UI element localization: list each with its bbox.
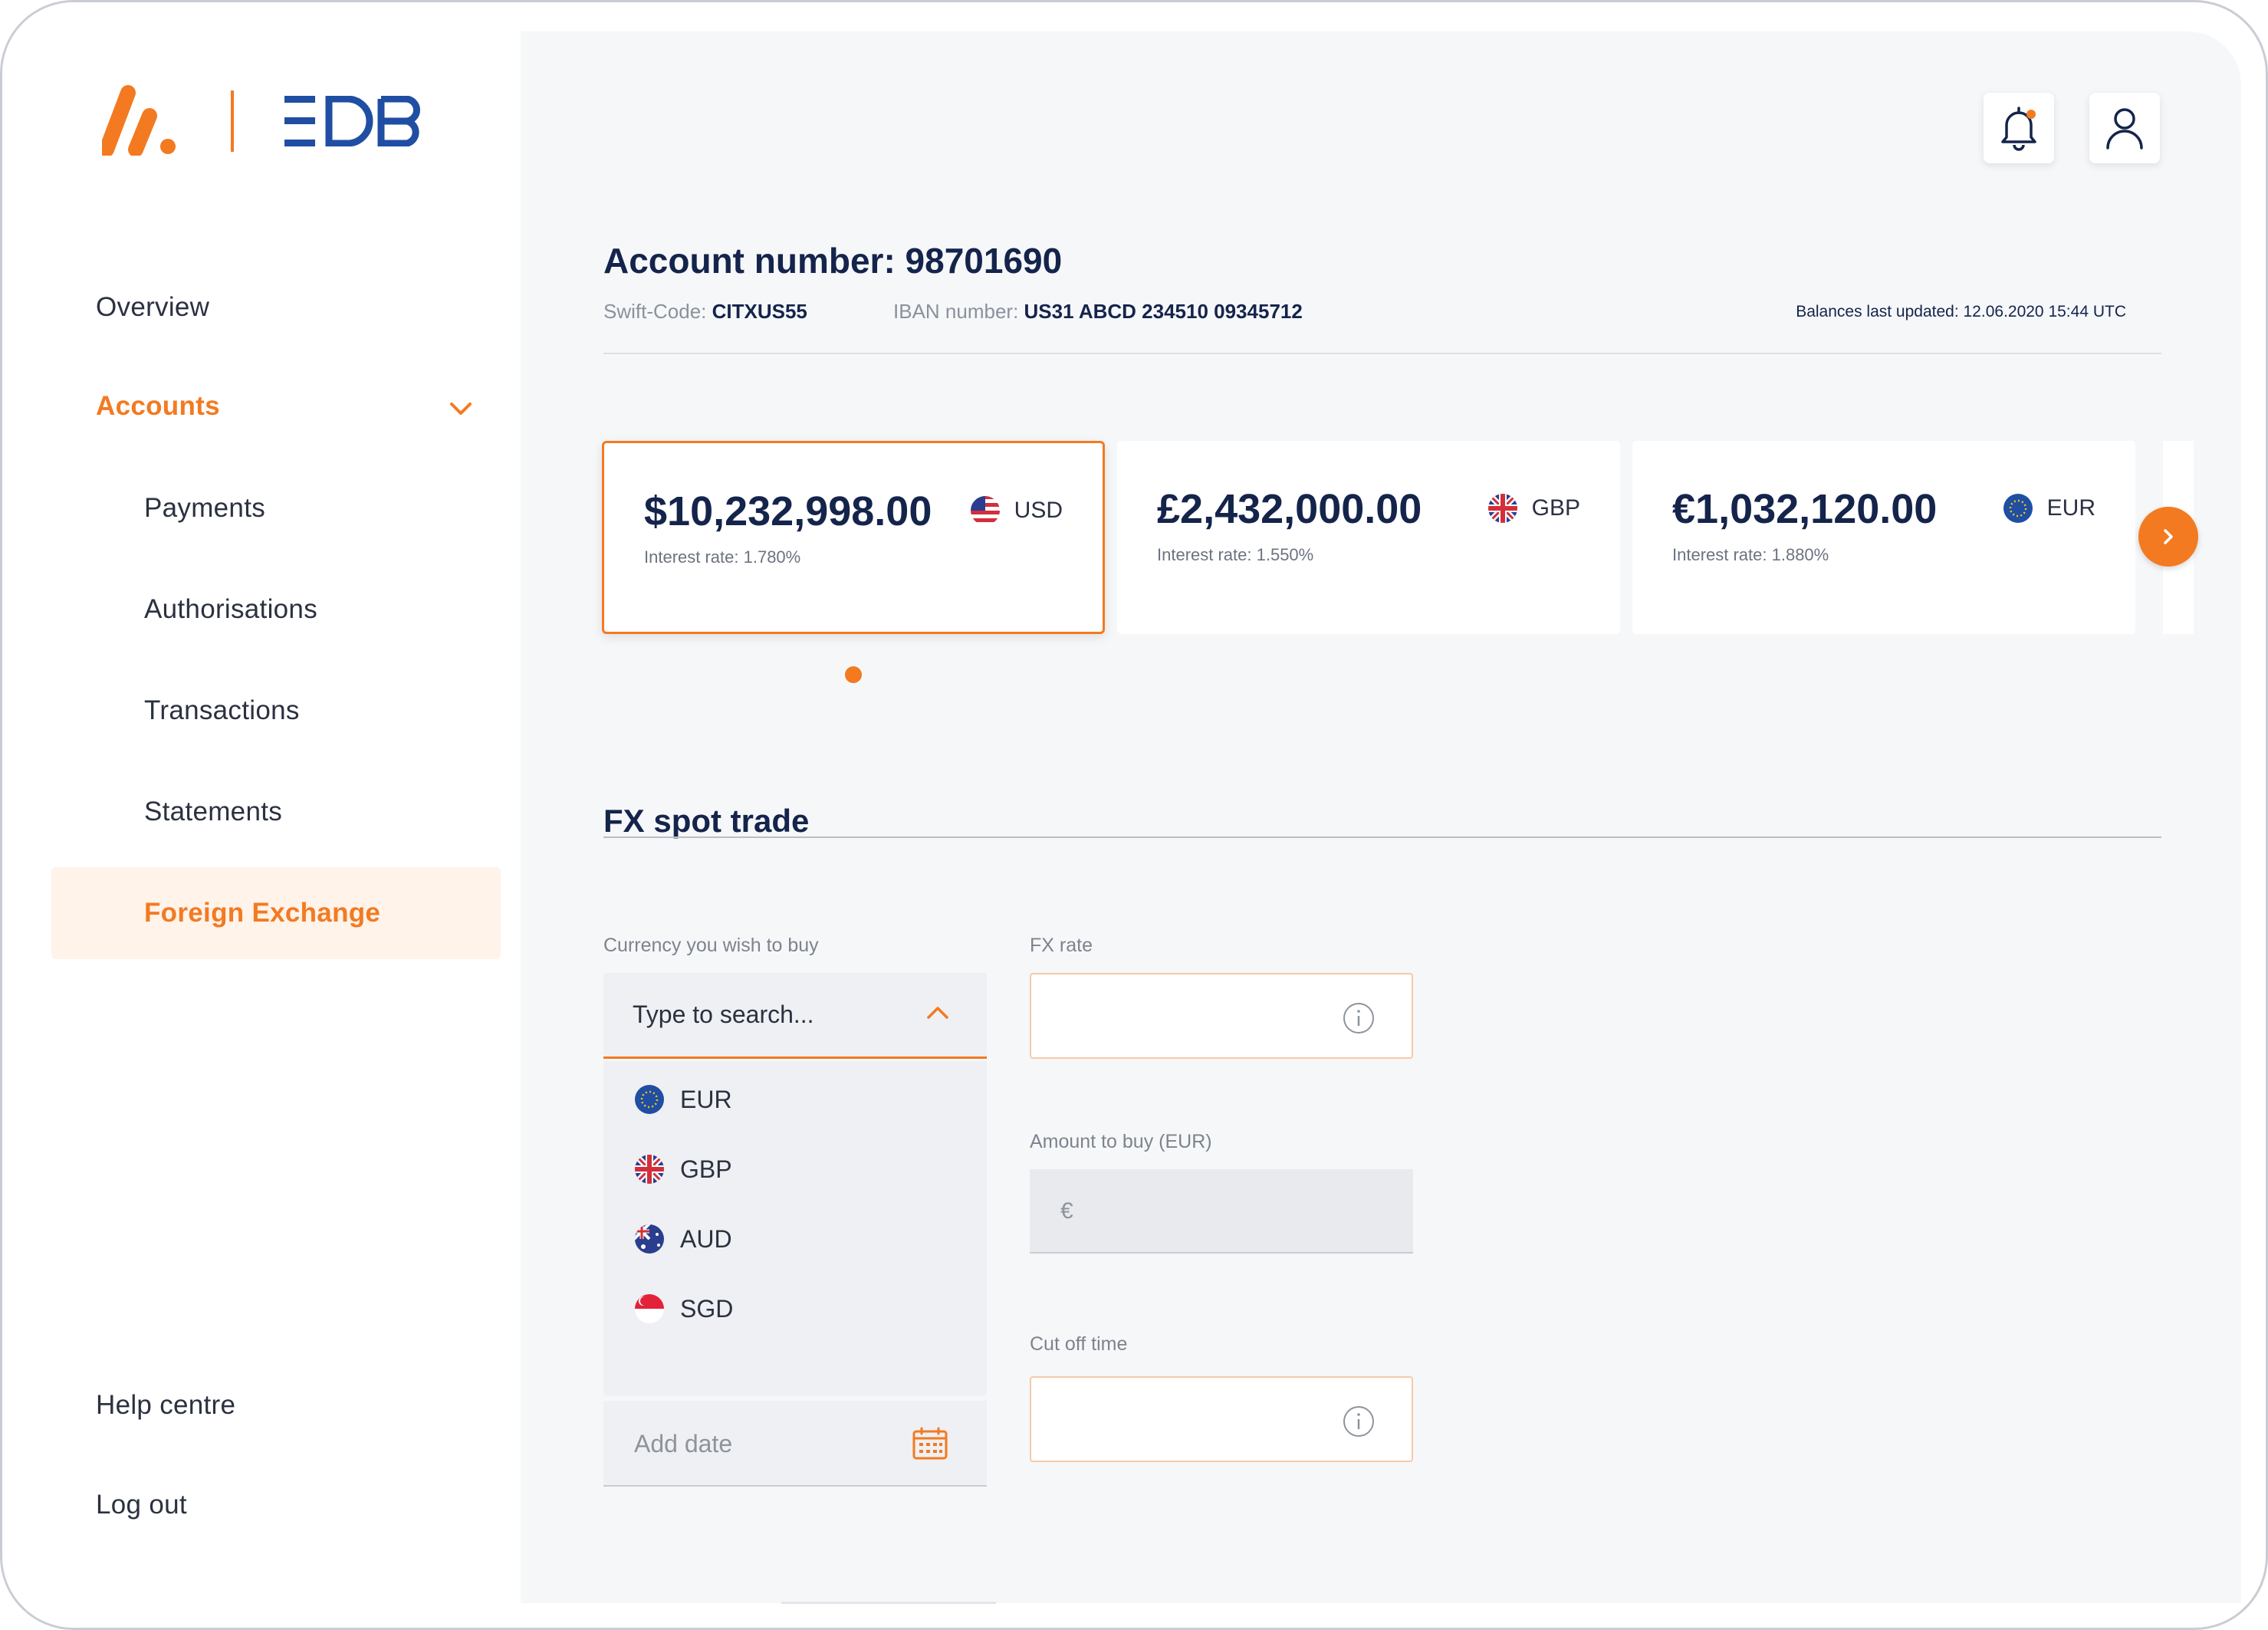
bell-icon	[2001, 107, 2036, 151]
chevron-right-icon	[2164, 529, 2173, 544]
sg-flag-icon	[635, 1294, 664, 1323]
dropdown-option-sgd[interactable]: SGD	[634, 1293, 733, 1324]
calendar-icon[interactable]	[912, 1427, 948, 1461]
iban-value: US31 ABCD 234510 09345712	[1024, 300, 1303, 323]
balance-amount: $10,232,998.00	[644, 488, 932, 534]
eu-flag-icon	[2003, 494, 2033, 523]
sidebar-item-overview[interactable]: Overview	[96, 292, 209, 323]
sidebar-item-log-out[interactable]: Log out	[96, 1490, 187, 1520]
buy-currency-select[interactable]: Type to search...	[603, 973, 987, 1059]
app-window: Overview Accounts Payments Authorisation…	[0, 0, 2268, 1630]
carousel-indicator[interactable]	[845, 666, 862, 683]
next-card-button[interactable]	[2138, 507, 2198, 567]
select-placeholder: Type to search...	[633, 1001, 814, 1028]
cutoff-time-field[interactable]	[1030, 1376, 1413, 1462]
section-divider	[603, 836, 2161, 838]
balance-amount: £2,432,000.00	[1157, 486, 1422, 532]
option-label: EUR	[680, 1085, 732, 1113]
fx-rate-field[interactable]	[1030, 973, 1413, 1059]
us-flag-icon	[970, 496, 1000, 525]
sidebar-item-foreign-exchange[interactable]: Foreign Exchange	[144, 898, 380, 928]
amount-prefix: €	[1060, 1198, 1073, 1224]
sidebar-item-statements[interactable]: Statements	[144, 797, 282, 827]
notifications-button[interactable]	[1984, 93, 2054, 163]
sidebar-item-help-centre[interactable]: Help centre	[96, 1390, 235, 1421]
interest-rate: Interest rate: 1.780%	[644, 547, 801, 567]
uk-flag-icon	[635, 1155, 664, 1184]
brand-mark-icon	[102, 85, 176, 156]
interest-rate: Interest rate: 1.550%	[1157, 545, 1314, 564]
swift-code: Swift-Code: CITXUS55	[603, 300, 807, 324]
dropdown-option-aud[interactable]: AUD	[634, 1224, 732, 1254]
balances-updated: Balances last updated: 12.06.2020 15:44 …	[1796, 303, 2126, 320]
fx-rate-label: FX rate	[1030, 935, 1093, 956]
sidebar-item-transactions[interactable]: Transactions	[144, 695, 300, 726]
option-label: AUD	[680, 1224, 732, 1253]
currency-code: EUR	[2046, 495, 2095, 521]
eu-flag-icon	[635, 1085, 664, 1114]
fx-section-title: FX spot trade	[603, 803, 810, 839]
dropdown-option-eur[interactable]: EUR	[634, 1084, 732, 1115]
info-icon[interactable]	[1343, 1405, 1375, 1438]
currency-code: GBP	[1531, 495, 1580, 521]
sidebar-item-payments[interactable]: Payments	[144, 493, 265, 524]
chevron-down-icon[interactable]	[445, 398, 476, 421]
dropdown-option-gbp[interactable]: GBP	[634, 1154, 732, 1185]
buy-currency-label: Currency you wish to buy	[603, 935, 819, 956]
sidebar-item-accounts[interactable]: Accounts	[96, 391, 220, 422]
interest-rate: Interest rate: 1.880%	[1672, 545, 1829, 564]
iban-label: IBAN number:	[893, 300, 1019, 323]
balance-card-usd[interactable]: $10,232,998.00 Interest rate: 1.780% USD	[602, 441, 1105, 634]
edb-logo	[284, 96, 420, 146]
date-picker[interactable]: Add date	[603, 1401, 987, 1487]
main-panel: Account number: 98701690 Swift-Code: CIT…	[521, 31, 2241, 1604]
currency-dropdown: EUR GBP AUD SGD	[603, 1061, 987, 1396]
option-label: SGD	[680, 1294, 734, 1323]
amount-label: Amount to buy (EUR)	[1030, 1131, 1212, 1152]
currency-code: USD	[1014, 498, 1063, 523]
user-icon	[2106, 108, 2143, 150]
currency-tag: EUR	[2003, 493, 2095, 524]
option-label: GBP	[680, 1155, 732, 1183]
amount-field[interactable]: €	[1030, 1169, 1413, 1254]
swift-label: Swift-Code:	[603, 300, 707, 323]
sidebar: Overview Accounts Payments Authorisation…	[2, 2, 521, 1628]
currency-tag: GBP	[1487, 493, 1580, 524]
scroll-indicator	[781, 1602, 996, 1604]
iban-number: IBAN number: US31 ABCD 234510 09345712	[893, 300, 1303, 324]
chevron-up-icon[interactable]	[925, 1004, 950, 1022]
profile-button[interactable]	[2089, 93, 2160, 163]
uk-flag-icon	[1487, 494, 1517, 523]
au-flag-icon	[635, 1224, 664, 1254]
date-placeholder: Add date	[634, 1430, 733, 1457]
balance-card-eur[interactable]: €1,032,120.00 Interest rate: 1.880% EUR	[1632, 441, 2135, 634]
logo-divider	[231, 90, 234, 152]
currency-tag: USD	[970, 495, 1063, 526]
divider	[603, 353, 2161, 354]
info-icon[interactable]	[1343, 1002, 1375, 1034]
swift-value: CITXUS55	[712, 300, 807, 323]
account-number-title: Account number: 98701690	[603, 241, 1063, 281]
cutoff-label: Cut off time	[1030, 1333, 1128, 1355]
sidebar-item-authorisations[interactable]: Authorisations	[144, 594, 317, 625]
balance-amount: €1,032,120.00	[1672, 486, 1938, 532]
balance-card-gbp[interactable]: £2,432,000.00 Interest rate: 1.550% GBP	[1117, 441, 1620, 634]
